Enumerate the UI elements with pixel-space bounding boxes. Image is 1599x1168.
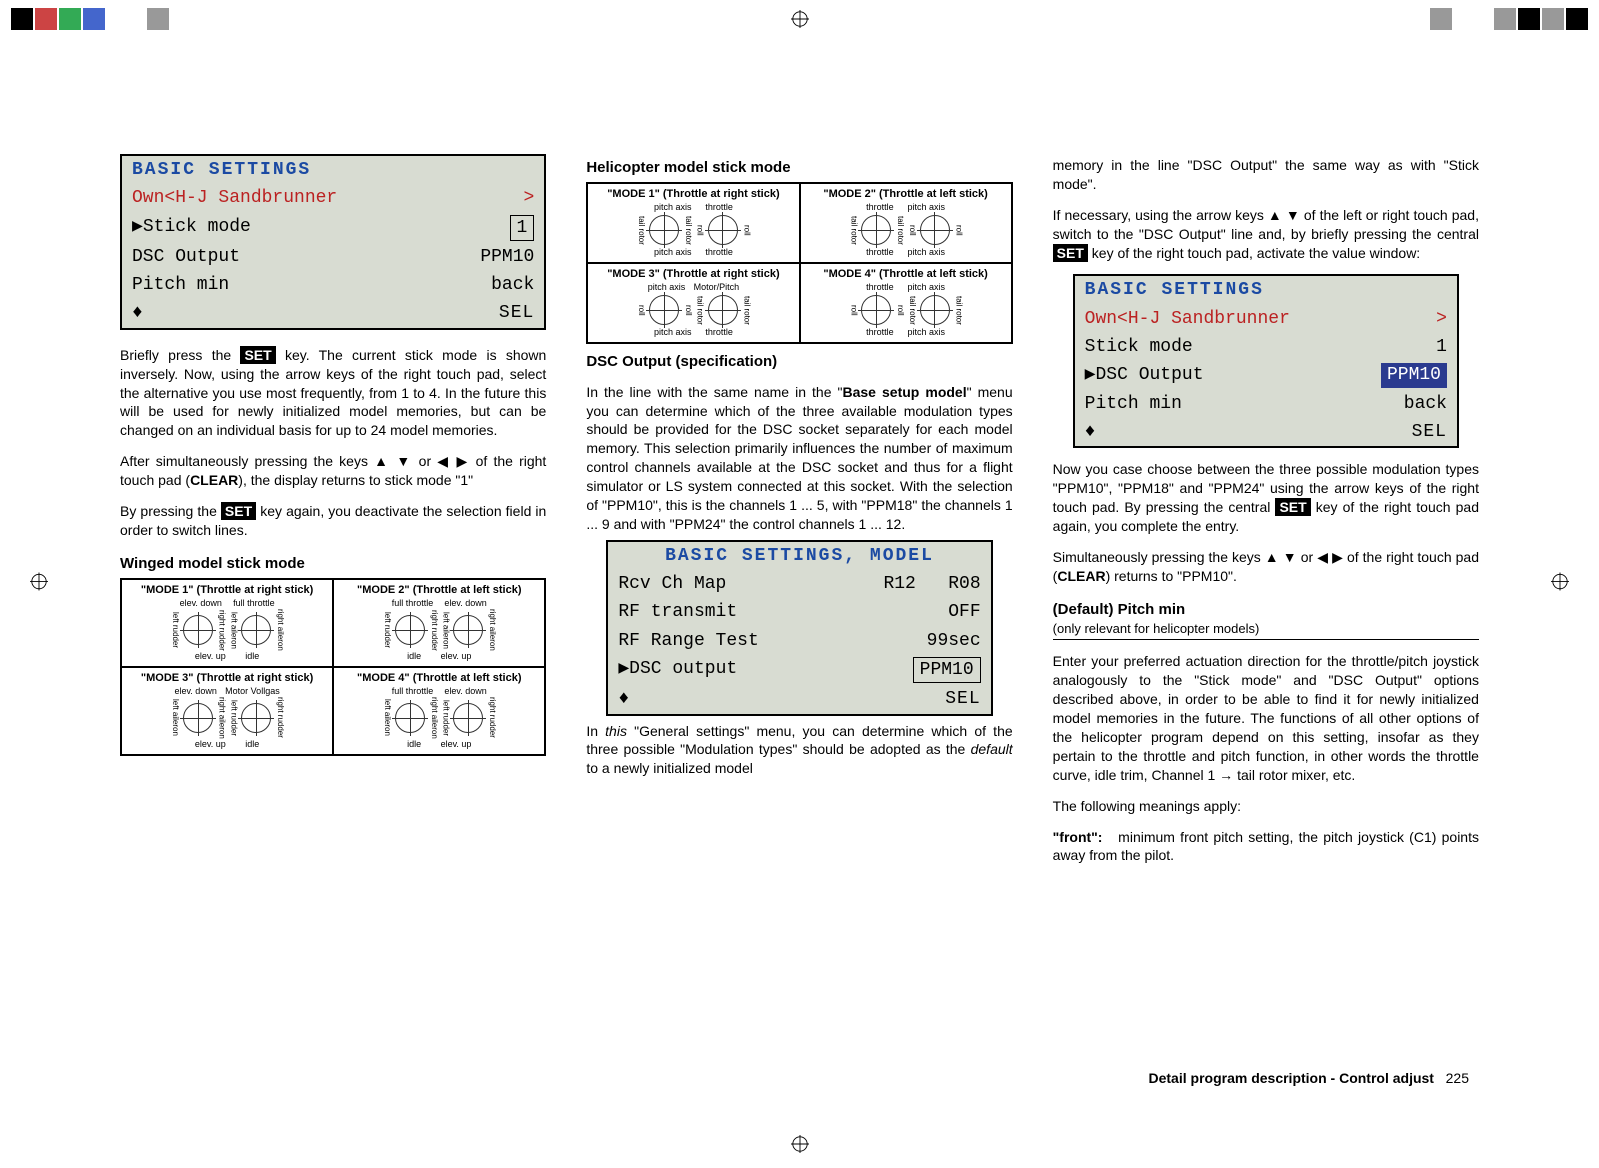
column-2: Helicopter model stick mode "MODE 1" (Th… (586, 150, 1012, 1068)
stick-icon (183, 703, 213, 733)
lcd-nav-icon: ♦ (618, 687, 629, 711)
lcd-rf-range-test: RF Range Test (618, 629, 758, 653)
heading-heli-stick-mode: Helicopter model stick mode (586, 158, 1012, 178)
lcd-sel: SEL (499, 301, 534, 325)
set-key-icon: SET (1053, 244, 1088, 262)
lcd-rf-transmit: RF transmit (618, 600, 737, 624)
stick-icon (649, 215, 679, 245)
lcd-owner: Own<H-J Sandbrunner (1085, 307, 1290, 331)
lcd-dsc-output-value: PPM10 (1381, 363, 1447, 387)
lcd-nav-icon: ♦ (132, 301, 143, 325)
lcd-stick-mode: ▶Stick mode (132, 215, 251, 241)
page-footer: Detail program description - Control adj… (1149, 1069, 1470, 1088)
registration-mark-right (1551, 573, 1569, 596)
subheading-pitch-min: (only relevant for helicopter models) (1053, 620, 1479, 638)
winged-stick-diagram: "MODE 1" (Throttle at right stick) elev.… (120, 578, 546, 756)
lcd-sel: SEL (945, 687, 980, 711)
lcd-basic-settings-2: BASIC SETTINGS Own<H-J Sandbrunner> Stic… (1073, 274, 1459, 448)
lcd-sel: SEL (1412, 420, 1447, 444)
registration-mark-top (791, 10, 809, 33)
paragraph: The following meanings apply: (1053, 797, 1479, 816)
column-3: memory in the line "DSC Output" the same… (1053, 150, 1479, 1068)
lcd-pitch-min-value: back (491, 273, 534, 297)
lcd-nav-icon: ♦ (1085, 420, 1096, 444)
lcd-owner: Own<H-J Sandbrunner (132, 186, 337, 210)
stick-icon (708, 295, 738, 325)
lcd-dsc-output-value: PPM10 (913, 657, 981, 683)
print-mark-top-right (1429, 8, 1589, 30)
paragraph: Simultaneously pressing the keys ▲ ▼ or … (1053, 548, 1479, 586)
registration-mark-bottom (791, 1135, 809, 1158)
lcd-title: BASIC SETTINGS (1075, 276, 1457, 304)
heading-dsc-output: DSC Output (specification) (586, 352, 1012, 372)
paragraph: If necessary, using the arrow keys ▲ ▼ o… (1053, 206, 1479, 263)
stick-icon (241, 703, 271, 733)
stick-icon (649, 295, 679, 325)
lcd-title: BASIC SETTINGS (122, 156, 544, 184)
lcd-owner-arrow: > (524, 186, 535, 210)
content-columns: BASIC SETTINGS Own<H-J Sandbrunner > ▶Sti… (120, 150, 1479, 1068)
divider (1053, 639, 1479, 640)
stick-icon (920, 215, 950, 245)
paragraph: "front": minimum front pitch setting, th… (1053, 828, 1479, 866)
page-number: 225 (1446, 1070, 1469, 1086)
lcd-dsc-output: ▶DSC Output (1085, 363, 1204, 387)
lcd-stick-mode-value: 1 (510, 215, 535, 241)
stick-icon (708, 215, 738, 245)
lcd-dsc-output: ▶DSC output (618, 657, 737, 683)
set-key-icon: SET (1275, 498, 1310, 516)
heading-winged-stick-mode: Winged model stick mode (120, 554, 546, 574)
paragraph: In this "General settings" menu, you can… (586, 722, 1012, 779)
print-mark-top-left (10, 8, 170, 30)
lcd-title: BASIC SETTINGS, MODEL (608, 542, 990, 570)
heading-pitch-min: (Default) Pitch min (1053, 600, 1479, 620)
lcd-stick-mode: Stick mode (1085, 335, 1193, 359)
paragraph: After simultaneously pressing the keys ▲… (120, 452, 546, 490)
lcd-rcv-ch-map: Rcv Ch Map (618, 572, 726, 596)
registration-mark-left (30, 573, 48, 596)
stick-icon (920, 295, 950, 325)
paragraph: Enter your preferred actuation direction… (1053, 652, 1479, 784)
stick-icon (861, 295, 891, 325)
paragraph: memory in the line "DSC Output" the same… (1053, 156, 1479, 194)
lcd-pitch-min: Pitch min (132, 273, 229, 297)
set-key-icon: SET (221, 502, 256, 520)
column-1: BASIC SETTINGS Own<H-J Sandbrunner > ▶Sti… (120, 150, 546, 1068)
lcd-basic-settings-model: BASIC SETTINGS, MODEL Rcv Ch MapR12 R08 … (606, 540, 992, 716)
stick-icon (183, 615, 213, 645)
stick-icon (395, 615, 425, 645)
stick-icon (453, 615, 483, 645)
paragraph: Briefly press the SET key. The current s… (120, 346, 546, 440)
lcd-dsc-output: DSC Output (132, 245, 240, 269)
footer-section: Detail program description - Control adj… (1149, 1070, 1434, 1086)
lcd-basic-settings-1: BASIC SETTINGS Own<H-J Sandbrunner > ▶Sti… (120, 154, 546, 330)
stick-icon (241, 615, 271, 645)
paragraph: By pressing the SET key again, you deact… (120, 502, 546, 540)
page: BASIC SETTINGS Own<H-J Sandbrunner > ▶Sti… (0, 0, 1599, 1168)
paragraph: Now you case choose between the three po… (1053, 460, 1479, 536)
lcd-dsc-output-value: PPM10 (480, 245, 534, 269)
set-key-icon: SET (240, 346, 275, 364)
stick-icon (395, 703, 425, 733)
lcd-pitch-min: Pitch min (1085, 392, 1182, 416)
paragraph: In the line with the same name in the "B… (586, 383, 1012, 534)
heli-stick-diagram: "MODE 1" (Throttle at right stick) pitch… (586, 182, 1012, 344)
stick-icon (453, 703, 483, 733)
stick-icon (861, 215, 891, 245)
